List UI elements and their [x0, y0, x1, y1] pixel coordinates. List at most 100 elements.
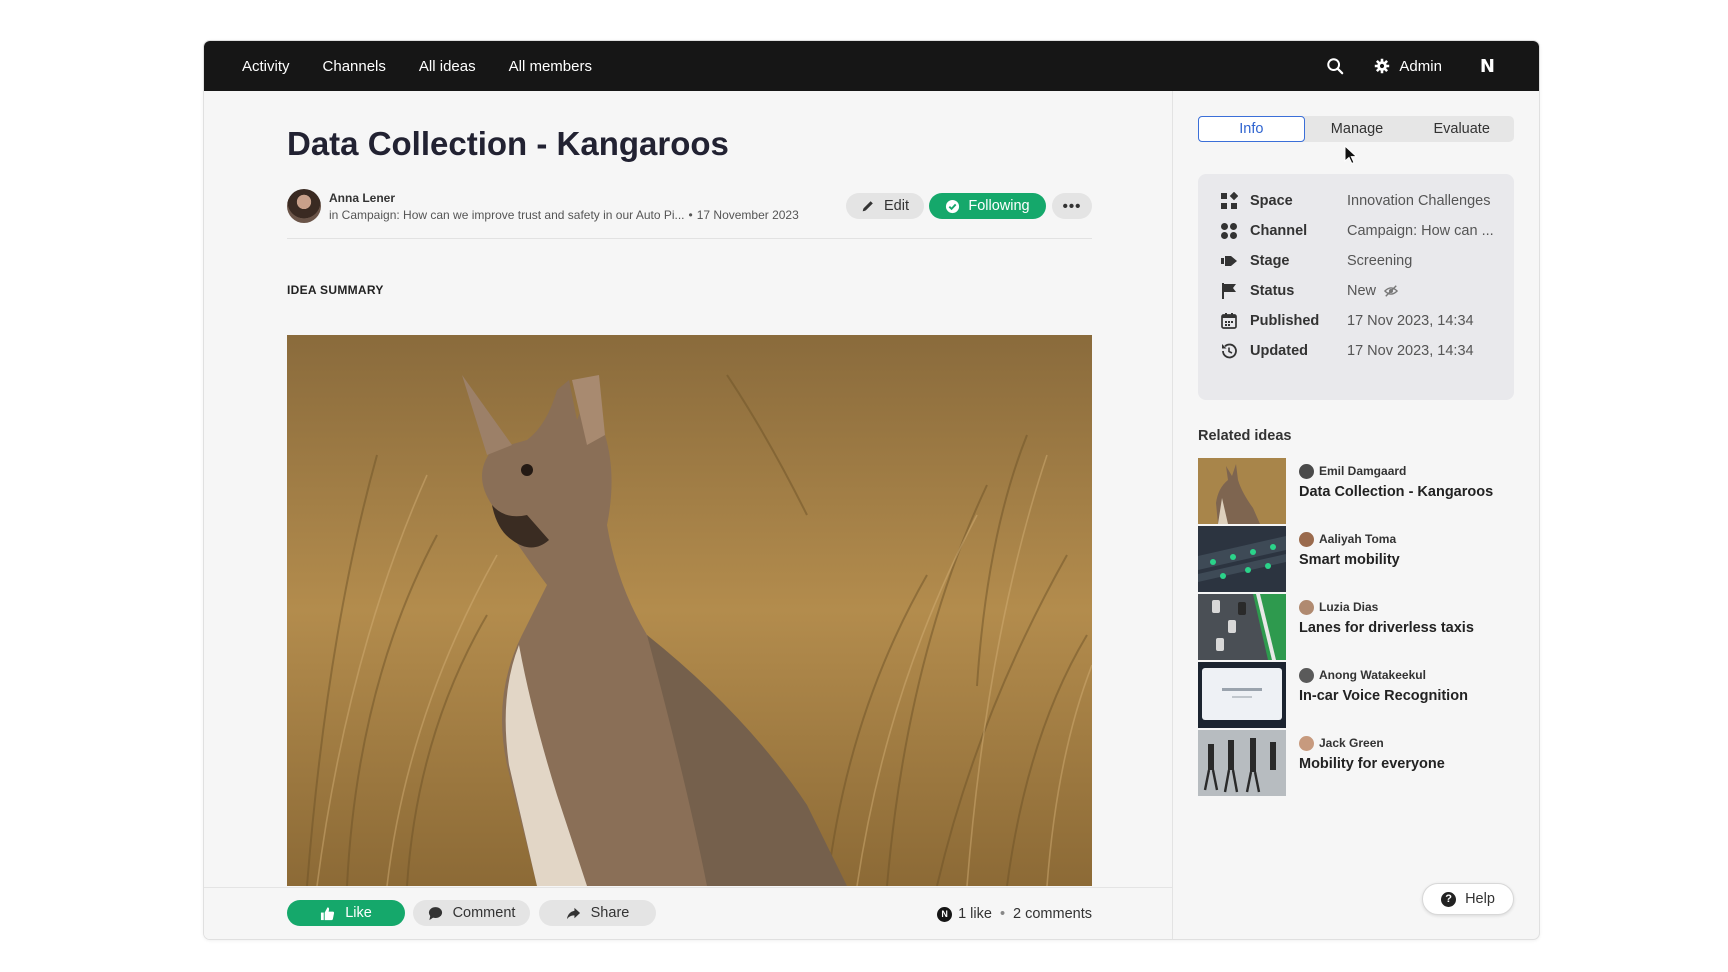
info-row-space: Space Innovation Challenges: [1220, 191, 1510, 211]
info-value-status: New: [1347, 283, 1399, 299]
avatar: [1299, 532, 1314, 547]
following-button[interactable]: Following: [929, 193, 1046, 219]
avatar: [1299, 736, 1314, 751]
related-idea-author: Aaliyah Toma: [1319, 532, 1397, 546]
related-idea-author: Anong Watakeekul: [1319, 668, 1426, 682]
author-meta: in Campaign: How can we improve trust an…: [329, 208, 799, 222]
eye-slash-icon[interactable]: [1384, 284, 1399, 298]
info-key-published: Published: [1250, 313, 1320, 329]
info-row-status: Status New: [1220, 281, 1510, 301]
edit-button[interactable]: Edit: [846, 193, 924, 219]
status-value: New: [1347, 283, 1377, 299]
nav-item-all-ideas[interactable]: All ideas: [419, 58, 476, 75]
top-navigation: Activity Channels All ideas All members …: [204, 41, 1539, 91]
info-row-updated: Updated 17 Nov 2023, 14:34: [1220, 341, 1510, 361]
idea-info-panel: Space Innovation Challenges Channel Camp…: [1198, 174, 1514, 400]
admin-button[interactable]: Admin: [1374, 58, 1442, 75]
info-value-updated: 17 Nov 2023, 14:34: [1347, 343, 1474, 359]
info-row-stage: Stage Screening: [1220, 251, 1510, 271]
info-key-space: Space: [1250, 193, 1293, 209]
section-label-idea-summary: IDEA SUMMARY: [287, 283, 384, 297]
info-key-updated: Updated: [1250, 343, 1308, 359]
avatar[interactable]: [287, 189, 321, 223]
info-row-channel: Channel Campaign: How can ...: [1220, 221, 1510, 241]
comment-label: Comment: [452, 905, 516, 921]
related-idea-item[interactable]: Aaliyah Toma Smart mobility: [1198, 526, 1514, 592]
info-value-published: 17 Nov 2023, 14:34: [1347, 313, 1474, 329]
share-label: Share: [590, 905, 630, 921]
avatar: [1299, 464, 1314, 479]
author-name[interactable]: Anna Lener: [329, 191, 395, 205]
search-icon[interactable]: [1326, 57, 1344, 75]
idea-action-bar: Like Comment Share N 1 like • 2 comments: [204, 887, 1172, 939]
page-title: Data Collection - Kangaroos: [287, 125, 729, 162]
info-value-space[interactable]: Innovation Challenges: [1347, 193, 1491, 209]
related-idea-author: Luzia Dias: [1319, 600, 1379, 614]
avatar: [1299, 600, 1314, 615]
related-idea-item[interactable]: Emil Damgaard Data Collection - Kangaroo…: [1198, 458, 1514, 524]
related-idea-title: Data Collection - Kangaroos: [1299, 484, 1494, 500]
info-key-status: Status: [1250, 283, 1295, 299]
campaign-link[interactable]: in Campaign: How can we improve trust an…: [329, 208, 685, 222]
stats-separator: •: [999, 906, 1006, 922]
related-idea-item[interactable]: Luzia Dias Lanes for driverless taxis: [1198, 594, 1514, 660]
sidebar-divider: [1172, 91, 1173, 939]
thumbs-up-icon: [321, 906, 335, 920]
nav-right-group: Admin N: [1326, 56, 1501, 77]
flag-icon: [1220, 282, 1238, 300]
tab-info[interactable]: Info: [1198, 116, 1305, 142]
space-icon: [1220, 192, 1238, 210]
info-row-published: Published 17 Nov 2023, 14:34: [1220, 311, 1510, 331]
related-idea-thumbnail: [1198, 730, 1286, 796]
speech-bubble-icon: [428, 906, 442, 920]
nav-item-channels[interactable]: Channels: [323, 58, 386, 75]
related-idea-title: Smart mobility: [1299, 552, 1400, 568]
sidebar-tabs: Info Manage Evaluate: [1198, 116, 1514, 142]
gear-icon: [1375, 58, 1390, 74]
help-label: Help: [1465, 891, 1495, 907]
mouse-cursor-icon: [1344, 145, 1358, 165]
history-icon: [1220, 342, 1238, 360]
related-idea-thumbnail: [1198, 594, 1286, 660]
info-key-stage: Stage: [1250, 253, 1290, 269]
related-idea-item[interactable]: Jack Green Mobility for everyone: [1198, 730, 1514, 796]
related-ideas-heading: Related ideas: [1198, 428, 1292, 444]
comments-count[interactable]: 2 comments: [1013, 906, 1092, 922]
following-label: Following: [968, 198, 1030, 214]
info-value-stage: Screening: [1347, 253, 1413, 269]
nav-item-all-members[interactable]: All members: [509, 58, 592, 75]
more-options-button[interactable]: •••: [1052, 193, 1092, 219]
related-idea-author: Emil Damgaard: [1319, 464, 1407, 478]
idea-image-kangaroo: [287, 335, 1092, 886]
comment-button[interactable]: Comment: [413, 900, 530, 926]
related-idea-title: Mobility for everyone: [1299, 756, 1445, 772]
author-row: Anna Lener in Campaign: How can we impro…: [287, 189, 1092, 225]
like-label: Like: [345, 905, 372, 921]
divider: [287, 238, 1092, 239]
share-button[interactable]: Share: [539, 900, 656, 926]
app-window: Activity Channels All ideas All members …: [203, 40, 1540, 940]
tab-manage[interactable]: Manage: [1305, 116, 1410, 142]
related-idea-title: In-car Voice Recognition: [1299, 688, 1468, 704]
engagement-stats: N 1 like • 2 comments: [937, 906, 1092, 922]
tab-evaluate[interactable]: Evaluate: [1409, 116, 1514, 142]
info-value-channel[interactable]: Campaign: How can ...: [1347, 223, 1494, 239]
related-idea-thumbnail: [1198, 662, 1286, 728]
related-idea-item[interactable]: Anong Watakeekul In-car Voice Recognitio…: [1198, 662, 1514, 728]
publish-date: 17 November 2023: [696, 208, 799, 222]
likes-count[interactable]: 1 like: [958, 906, 992, 922]
question-icon: ?: [1441, 891, 1457, 907]
app-logo[interactable]: N: [1480, 56, 1495, 77]
calendar-icon: [1220, 312, 1238, 330]
like-button[interactable]: Like: [287, 900, 405, 926]
pencil-icon: [862, 201, 873, 212]
info-key-channel: Channel: [1250, 223, 1308, 239]
related-idea-thumbnail: [1198, 458, 1286, 524]
share-arrow-icon: [566, 907, 580, 919]
channel-icon: [1220, 222, 1238, 240]
check-circle-icon: [946, 199, 960, 213]
admin-label: Admin: [1399, 57, 1442, 75]
related-idea-author: Jack Green: [1319, 736, 1384, 750]
nav-item-activity[interactable]: Activity: [242, 58, 290, 75]
help-button[interactable]: ? Help: [1422, 883, 1514, 915]
